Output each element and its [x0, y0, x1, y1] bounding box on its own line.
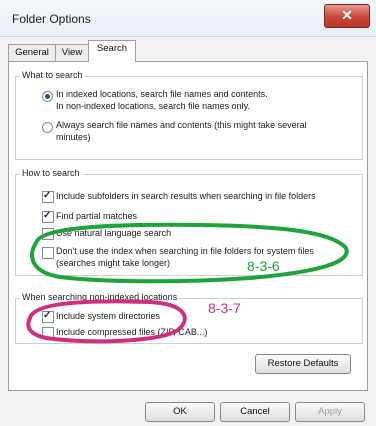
apply-button[interactable]: Apply [295, 402, 365, 422]
annotation-label-8-3-6: 8-3-6 [247, 258, 280, 274]
green-annotation-loop [30, 222, 349, 284]
tab-search[interactable]: Search [88, 40, 136, 62]
pink-annotation-loop [26, 299, 187, 344]
annotation-label-8-3-7: 8-3-7 [208, 300, 241, 316]
cancel-button[interactable]: Cancel [220, 402, 290, 422]
ok-button[interactable]: OK [145, 402, 215, 422]
annotation-overlay [26, 222, 349, 344]
